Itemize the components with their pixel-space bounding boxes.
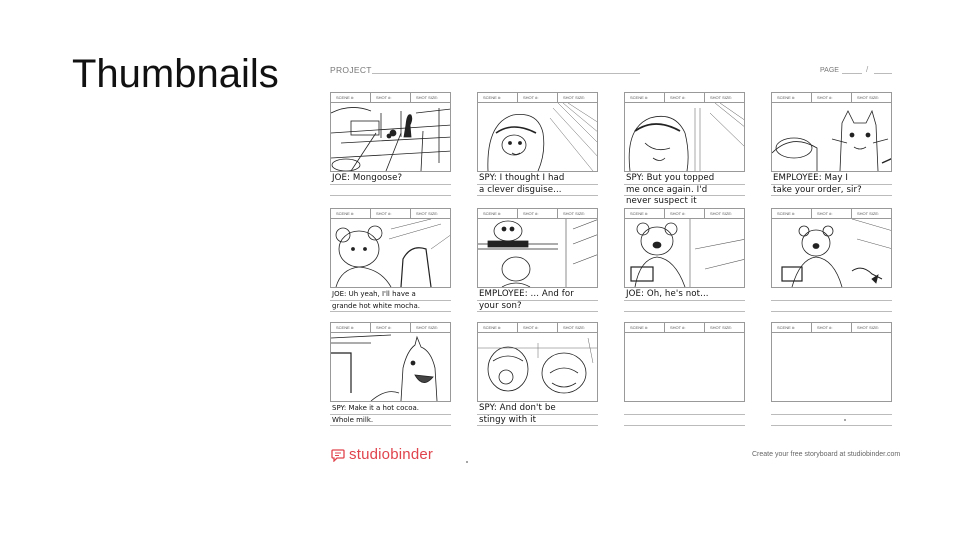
scene-label: SCENE #: (772, 209, 812, 218)
panel-header: SCENE #: SHOT #: SHOT SIZE: (477, 322, 598, 332)
shot-label: SHOT #: (665, 323, 705, 332)
shot-size-label: SHOT SIZE: (563, 210, 586, 216)
panel-header: SCENE #: SHOT #: SHOT SIZE: (624, 92, 745, 102)
shot-size-label: SHOT SIZE: (710, 210, 733, 216)
scene-label: SCENE #: (625, 209, 665, 218)
scene-label: SCENE #: (625, 93, 665, 102)
scene-label: SCENE #: (478, 323, 518, 332)
page-total-line (874, 73, 892, 74)
panel-caption: SPY: And don't be stingy with it (477, 403, 598, 431)
brand-tagline: Create your free storyboard at studiobin… (752, 451, 901, 458)
scene-label: SCENE #: (331, 93, 371, 102)
panel-sketch (330, 332, 451, 402)
panel-header: SCENE #: SHOT #: SHOT SIZE: (771, 208, 892, 218)
panel-sketch (330, 218, 451, 288)
panel-caption: JOE: Oh, he's not... (624, 289, 745, 317)
panel-header: SCENE #: SHOT #: SHOT SIZE: (771, 92, 892, 102)
chat-bubble-icon (331, 448, 345, 462)
shot-label: SHOT #: (518, 209, 558, 218)
storyboard-panel: SCENE #: SHOT #: SHOT SIZE: SPY: Make it a… (330, 322, 451, 431)
panel-header: SCENE #: SHOT #: SHOT SIZE: (624, 322, 745, 332)
page-number-line (842, 73, 862, 74)
scene-label: SCENE #: (478, 93, 518, 102)
scene-label: SCENE #: (772, 93, 812, 102)
panel-caption (624, 403, 745, 431)
storyboard-panel: SCENE #: SHOT #: SHOT SIZE: EMPLOYEE: May … (771, 92, 892, 201)
scene-label: SCENE #: (331, 323, 371, 332)
panel-header: SCENE #: SHOT #: SHOT SIZE: (771, 322, 892, 332)
scene-label: SCENE #: (331, 209, 371, 218)
panel-header: SCENE #: SHOT #: SHOT SIZE: (330, 208, 451, 218)
panel-caption: SPY: But you topped me once again. I'd n… (624, 173, 745, 206)
shot-label: SHOT #: (371, 209, 411, 218)
stray-mark (466, 461, 468, 463)
panel-sketch (771, 218, 892, 288)
shot-label: SHOT #: (518, 323, 558, 332)
panel-sketch (771, 332, 892, 402)
project-label: PROJECT (330, 65, 372, 75)
shot-label: SHOT #: (812, 323, 852, 332)
shot-label: SHOT #: (371, 93, 411, 102)
shot-size-label: SHOT SIZE: (857, 210, 880, 216)
storyboard-panel: SCENE #: SHOT #: SHOT SIZE: EMPLOYEE: ... … (477, 208, 598, 317)
page-label: PAGE (820, 67, 839, 74)
storyboard-sheet: PROJECT PAGE / SCENE #: SHOT #: SHOT SIZE:… (328, 60, 894, 470)
shot-label: SHOT #: (812, 209, 852, 218)
shot-size-label: SHOT SIZE: (416, 210, 439, 216)
panel-caption: EMPLOYEE: ... And for your son? (477, 289, 598, 317)
panel-caption: SPY: I thought I had a clever disguise..… (477, 173, 598, 201)
shot-size-label: SHOT SIZE: (563, 324, 586, 330)
panel-sketch (624, 102, 745, 172)
storyboard-panel: SCENE #: SHOT #: SHOT SIZE: JOE: Mongoose? (330, 92, 451, 201)
storyboard-panel: SCENE #: SHOT #: SHOT SIZE: (771, 208, 892, 317)
storyboard-panel: SCENE #: SHOT #: SHOT SIZE: (771, 322, 892, 431)
panel-header: SCENE #: SHOT #: SHOT SIZE: (330, 92, 451, 102)
studiobinder-logo: studiobinder (331, 446, 433, 463)
shot-size-label: SHOT SIZE: (416, 94, 439, 100)
shot-size-label: SHOT SIZE: (710, 94, 733, 100)
storyboard-panel: SCENE #: SHOT #: SHOT SIZE: SPY: But you t… (624, 92, 745, 206)
storyboard-panel: SCENE #: SHOT #: SHOT SIZE: (624, 322, 745, 431)
shot-size-label: SHOT SIZE: (563, 94, 586, 100)
panel-sketch (477, 332, 598, 402)
panel-caption: SPY: Make it a hot cocoa. Whole milk. (330, 403, 451, 431)
slide-title: Thumbnails (72, 52, 279, 96)
project-line (372, 73, 640, 74)
panel-sketch (624, 218, 745, 288)
shot-size-label: SHOT SIZE: (710, 324, 733, 330)
shot-label: SHOT #: (665, 209, 705, 218)
shot-size-label: SHOT SIZE: (857, 94, 880, 100)
storyboard-panel: SCENE #: SHOT #: SHOT SIZE: JOE: Uh yeah, … (330, 208, 451, 317)
shot-label: SHOT #: (518, 93, 558, 102)
panel-sketch (771, 102, 892, 172)
panel-header: SCENE #: SHOT #: SHOT SIZE: (624, 208, 745, 218)
shot-size-label: SHOT SIZE: (857, 324, 880, 330)
storyboard-panel: SCENE #: SHOT #: SHOT SIZE: SPY: And don't… (477, 322, 598, 431)
panel-header: SCENE #: SHOT #: SHOT SIZE: (330, 322, 451, 332)
shot-label: SHOT #: (812, 93, 852, 102)
scene-label: SCENE #: (478, 209, 518, 218)
panel-sketch (330, 102, 451, 172)
stray-mark (844, 419, 846, 421)
panel-caption (771, 403, 892, 431)
shot-size-label: SHOT SIZE: (416, 324, 439, 330)
scene-label: SCENE #: (772, 323, 812, 332)
panel-header: SCENE #: SHOT #: SHOT SIZE: (477, 208, 598, 218)
storyboard-panel: SCENE #: SHOT #: SHOT SIZE: JOE: Oh, he's … (624, 208, 745, 317)
panel-sketch (624, 332, 745, 402)
panel-sketch (477, 102, 598, 172)
scene-label: SCENE #: (625, 323, 665, 332)
page-separator: / (866, 65, 869, 74)
panel-header: SCENE #: SHOT #: SHOT SIZE: (477, 92, 598, 102)
panel-caption: JOE: Mongoose? (330, 173, 451, 201)
panel-caption (771, 289, 892, 317)
shot-label: SHOT #: (665, 93, 705, 102)
shot-label: SHOT #: (371, 323, 411, 332)
panel-caption: EMPLOYEE: May I take your order, sir? (771, 173, 892, 201)
brand-name: studiobinder (349, 446, 434, 463)
panel-sketch (477, 218, 598, 288)
storyboard-panel: SCENE #: SHOT #: SHOT SIZE: SPY: I thought… (477, 92, 598, 201)
panel-caption: JOE: Uh yeah, I'll have a grande hot whi… (330, 289, 451, 317)
